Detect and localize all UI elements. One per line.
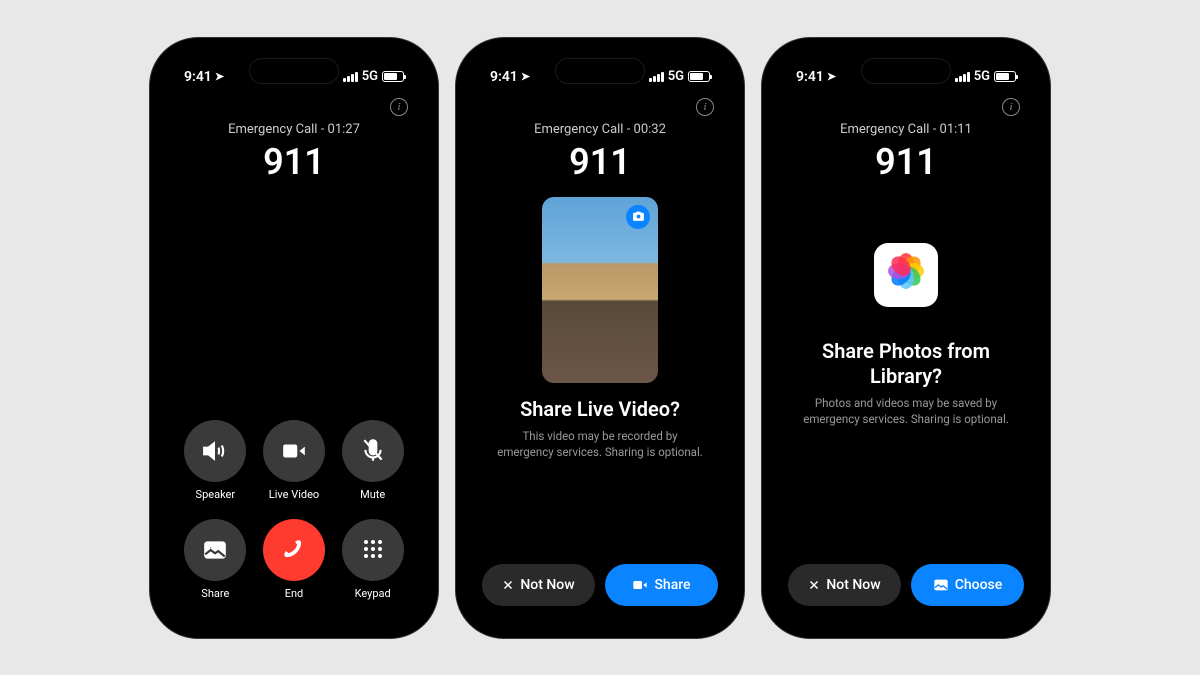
close-icon	[502, 579, 514, 591]
status-time: 9:41	[490, 69, 518, 85]
share-icon	[202, 537, 228, 563]
prompt-section: Share Live Video? This video may be reco…	[466, 397, 734, 460]
button-label: Not Now	[826, 577, 880, 593]
control-label: Mute	[360, 488, 385, 501]
button-label: Choose	[955, 577, 1003, 593]
prompt-subtitle: This video may be recorded by emergency …	[494, 428, 706, 460]
end-call-icon	[279, 535, 309, 565]
signal-icon	[343, 72, 358, 82]
network-label: 5G	[974, 69, 990, 84]
battery-icon	[994, 71, 1016, 82]
control-label: Share	[201, 587, 229, 600]
end-call-button[interactable]: End	[261, 519, 328, 600]
call-controls: Speaker Live Video Mute Share	[160, 400, 428, 628]
info-icon[interactable]: i	[1002, 98, 1020, 116]
camera-flip-button[interactable]	[626, 205, 650, 229]
button-label: Share	[654, 577, 690, 593]
mute-icon	[360, 438, 386, 464]
video-icon	[281, 438, 307, 464]
photos-app-icon	[874, 243, 938, 307]
call-header: Emergency Call - 01:11 911	[772, 122, 1040, 183]
keypad-button[interactable]: Keypad	[339, 519, 406, 600]
screen: 9:41 ➤ 5G i Emergency Call - 01:11 911	[772, 48, 1040, 628]
mute-button[interactable]: Mute	[339, 420, 406, 501]
prompt-title: Share Live Video?	[494, 397, 706, 422]
phone-frame-1: 9:41 ➤ 5G i Emergency Call - 01:27 911 S…	[150, 38, 438, 638]
location-arrow-icon: ➤	[827, 70, 836, 83]
dynamic-island	[555, 58, 645, 84]
call-number: 911	[160, 141, 428, 183]
status-time: 9:41	[796, 69, 824, 85]
close-icon	[808, 579, 820, 591]
call-status: Emergency Call - 01:27	[160, 122, 428, 137]
screen: 9:41 ➤ 5G i Emergency Call - 00:32 911 S…	[466, 48, 734, 628]
control-label: End	[285, 587, 304, 600]
battery-icon	[382, 71, 404, 82]
not-now-button[interactable]: Not Now	[788, 564, 901, 606]
button-row: Not Now Share	[466, 546, 734, 628]
share-button[interactable]: Share	[182, 519, 249, 600]
prompt-section: Share Photos from Library? Photos and vi…	[772, 339, 1040, 427]
choose-photos-button[interactable]: Choose	[911, 564, 1024, 606]
not-now-button[interactable]: Not Now	[482, 564, 595, 606]
speaker-icon	[202, 438, 228, 464]
dynamic-island	[861, 58, 951, 84]
phone-frame-2: 9:41 ➤ 5G i Emergency Call - 00:32 911 S…	[456, 38, 744, 638]
call-status: Emergency Call - 00:32	[466, 122, 734, 137]
call-number: 911	[772, 141, 1040, 183]
keypad-icon	[361, 538, 385, 562]
video-icon	[632, 577, 648, 593]
location-arrow-icon: ➤	[521, 70, 530, 83]
call-header: Emergency Call - 00:32 911	[466, 122, 734, 183]
call-status: Emergency Call - 01:11	[772, 122, 1040, 137]
video-preview	[542, 197, 658, 383]
screen: 9:41 ➤ 5G i Emergency Call - 01:27 911 S…	[160, 48, 428, 628]
button-label: Not Now	[520, 577, 574, 593]
call-number: 911	[466, 141, 734, 183]
live-video-button[interactable]: Live Video	[261, 420, 328, 501]
prompt-title: Share Photos from Library?	[800, 339, 1012, 389]
dynamic-island	[249, 58, 339, 84]
prompt-subtitle: Photos and videos may be saved by emerge…	[800, 395, 1012, 427]
signal-icon	[955, 72, 970, 82]
call-header: Emergency Call - 01:27 911	[160, 122, 428, 183]
button-row: Not Now Choose	[772, 546, 1040, 628]
camera-icon	[632, 210, 645, 223]
speaker-button[interactable]: Speaker	[182, 420, 249, 501]
network-label: 5G	[362, 69, 378, 84]
control-label: Live Video	[269, 488, 319, 501]
info-icon[interactable]: i	[390, 98, 408, 116]
location-arrow-icon: ➤	[215, 70, 224, 83]
photo-icon	[933, 577, 949, 593]
control-label: Speaker	[196, 488, 236, 501]
phone-frame-3: 9:41 ➤ 5G i Emergency Call - 01:11 911	[762, 38, 1050, 638]
network-label: 5G	[668, 69, 684, 84]
share-video-button[interactable]: Share	[605, 564, 718, 606]
battery-icon	[688, 71, 710, 82]
signal-icon	[649, 72, 664, 82]
control-label: Keypad	[355, 587, 391, 600]
status-time: 9:41	[184, 69, 212, 85]
info-icon[interactable]: i	[696, 98, 714, 116]
